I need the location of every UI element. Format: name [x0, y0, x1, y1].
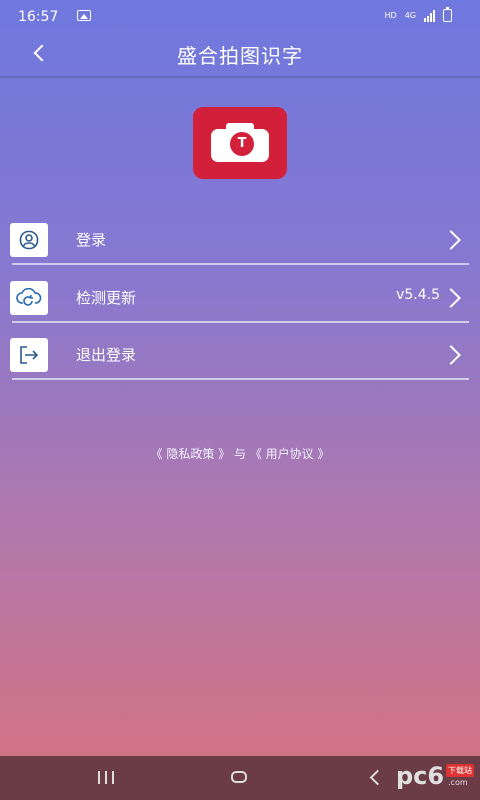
- chevron-right-icon: [441, 288, 461, 308]
- chevron-right-icon: [441, 230, 461, 250]
- cloud-refresh-icon: [10, 281, 48, 315]
- chevron-right-icon: [441, 345, 461, 365]
- camera-icon: T: [211, 129, 269, 162]
- menu-item-check-update[interactable]: 检测更新 v5.4.5: [0, 270, 480, 326]
- watermark-domain: .com: [448, 778, 468, 787]
- menu-label-login: 登录: [76, 231, 107, 249]
- menu-item-logout[interactable]: 退出登录: [0, 327, 480, 383]
- signal-icon: [424, 9, 435, 22]
- header: 盛合拍图识字: [0, 32, 480, 76]
- gallery-notification-icon: [77, 10, 91, 21]
- user-icon: [10, 223, 48, 257]
- app-logo: T: [193, 107, 287, 179]
- 4g-label: 4G: [404, 11, 416, 20]
- menu-label-logout: 退出登录: [76, 346, 137, 364]
- policy-connector: 与: [233, 447, 246, 461]
- user-agreement-link[interactable]: 《 用户协议 》: [250, 447, 330, 461]
- hd-label: HD: [384, 11, 397, 20]
- status-bar: 16:57 HD 4G: [0, 0, 480, 32]
- logout-icon: [10, 338, 48, 372]
- divider: [12, 378, 469, 380]
- battery-icon: [443, 7, 452, 22]
- menu-item-login[interactable]: 登录: [0, 212, 480, 268]
- menu-label-check-update: 检测更新: [76, 289, 137, 307]
- home-button[interactable]: [231, 771, 247, 783]
- divider: [12, 321, 469, 323]
- status-time: 16:57: [18, 9, 59, 25]
- privacy-policy-link[interactable]: 《 隐私政策 》: [151, 447, 231, 461]
- header-divider: [0, 76, 480, 78]
- version-value: v5.4.5: [396, 287, 440, 303]
- system-navigation-bar: pc6 下载站 .com: [0, 756, 480, 800]
- nav-back-button[interactable]: [369, 769, 386, 786]
- divider: [12, 263, 469, 265]
- page-title: 盛合拍图识字: [177, 44, 303, 68]
- watermark-logo: pc6: [396, 762, 445, 790]
- camera-lens-letter: T: [230, 132, 254, 156]
- status-indicators: HD 4G: [384, 7, 452, 22]
- policy-links: 《 隐私政策 》 与 《 用户协议 》: [0, 445, 480, 462]
- recents-button[interactable]: [98, 771, 116, 784]
- watermark-tag: 下载站: [446, 764, 474, 777]
